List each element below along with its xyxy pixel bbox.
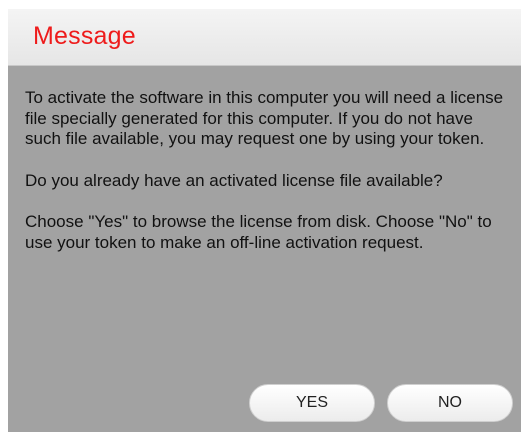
license-question-text: Do you already have an activated license… <box>25 170 443 190</box>
activation-info-text: To activate the software in this compute… <box>25 88 504 148</box>
no-button[interactable]: NO <box>387 384 513 422</box>
dialog-title-bar: Message <box>8 9 521 66</box>
yes-button[interactable]: YES <box>249 384 375 422</box>
dialog-buttons: YES NO <box>249 384 513 422</box>
dialog-body: To activate the software in this compute… <box>8 66 521 253</box>
dialog-title: Message <box>33 21 136 50</box>
choice-instructions-text: Choose "Yes" to browse the license from … <box>25 212 492 252</box>
message-dialog: Message To activate the software in this… <box>8 9 521 432</box>
